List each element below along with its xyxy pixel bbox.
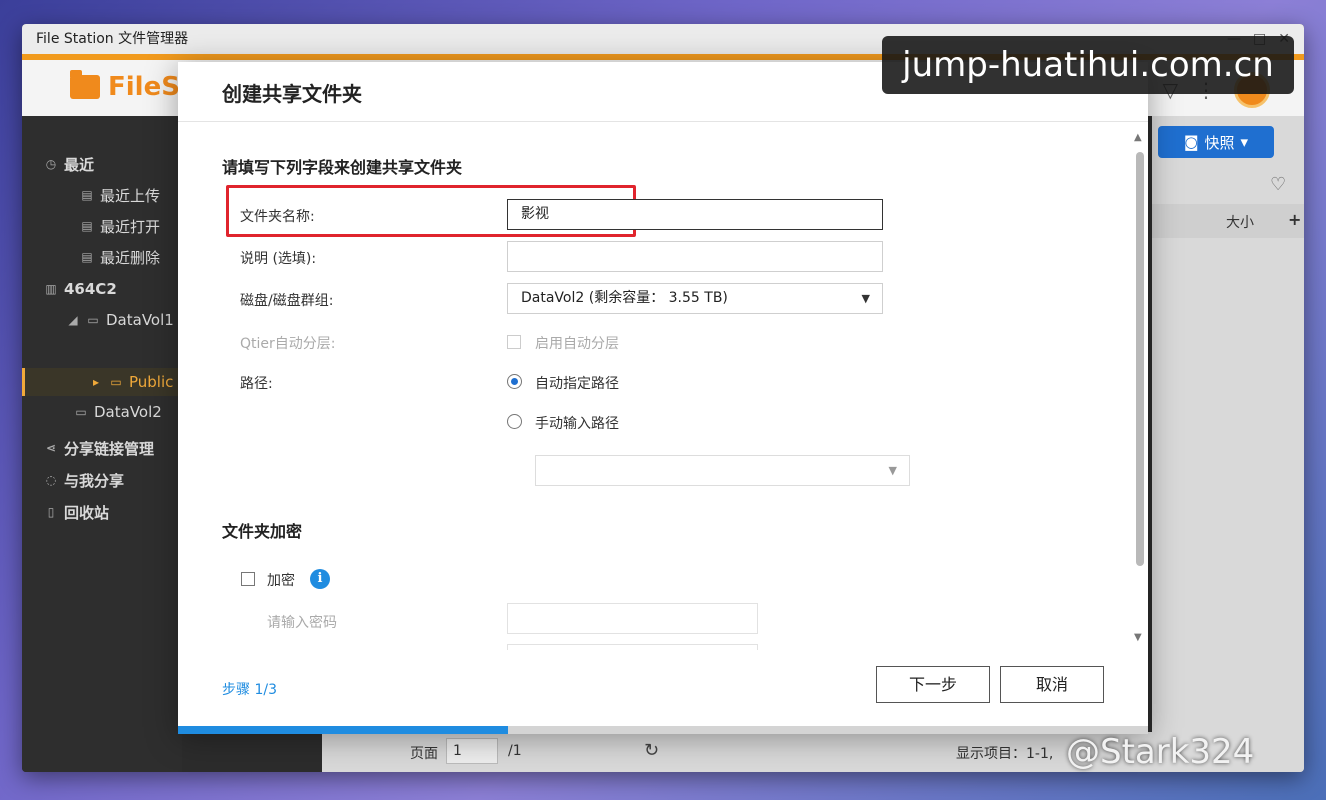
sidebar-item-label: DataVol1 bbox=[106, 311, 174, 329]
folder-name-field[interactable]: 影视 bbox=[507, 199, 883, 230]
app-logo-text: FileS bbox=[108, 72, 180, 102]
add-column-icon[interactable]: + bbox=[1288, 210, 1301, 229]
list-icon: ▤ bbox=[81, 219, 93, 233]
window-title: File Station 文件管理器 bbox=[36, 31, 189, 47]
encrypt-checkbox[interactable] bbox=[241, 572, 255, 586]
sidebar-item-public[interactable]: ▸ ▭ Public bbox=[22, 368, 182, 396]
sidebar-item-label: 最近上传 bbox=[100, 186, 161, 205]
expand-icon: ◢ bbox=[68, 313, 78, 327]
clock-icon: ◷ bbox=[45, 157, 57, 171]
sidebar-item-recent-open[interactable]: ▤ 最近打开 bbox=[80, 212, 160, 240]
encrypt-label: 加密 bbox=[267, 573, 295, 589]
path-auto-radio[interactable] bbox=[507, 374, 522, 389]
path-manual-radio[interactable] bbox=[507, 414, 522, 429]
scroll-up-icon[interactable]: ▲ bbox=[1134, 132, 1142, 143]
sidebar-item-label: 最近删除 bbox=[100, 248, 161, 267]
heart-icon[interactable]: ♡ bbox=[1270, 174, 1286, 195]
description-field[interactable] bbox=[507, 241, 883, 272]
camera-icon: ◙ bbox=[1183, 133, 1199, 151]
sidebar: ◷ 最近 ▤ 最近上传 ▤ 最近打开 ▤ 最近删除 ▥ 464C2 ◢ ▭ Da… bbox=[22, 116, 182, 772]
cancel-button[interactable]: 取消 bbox=[1000, 666, 1104, 703]
list-icon: ▤ bbox=[81, 250, 93, 264]
path-manual-label: 手动输入路径 bbox=[535, 416, 619, 432]
drive-icon: ▭ bbox=[87, 313, 99, 327]
app-logo: FileS bbox=[70, 70, 180, 102]
path-auto-label: 自动指定路径 bbox=[535, 376, 619, 392]
disk-select[interactable]: DataVol2 (剩余容量： 3.55 TB) ▼ bbox=[507, 283, 883, 314]
qtier-option-label: 启用自动分层 bbox=[535, 336, 619, 352]
section-title-encrypt: 文件夹加密 bbox=[222, 522, 303, 541]
dropdown-arrow-icon: ▼ bbox=[888, 464, 897, 477]
sidebar-item-datavol1[interactable]: ◢ ▭ DataVol1 bbox=[66, 306, 174, 334]
watermark-top: jump-huatihui.com.cn bbox=[882, 36, 1294, 94]
scroll-thumb[interactable] bbox=[1136, 152, 1144, 566]
password-label: 请输入密码 bbox=[267, 615, 337, 631]
path-select[interactable]: ▼ bbox=[535, 455, 910, 486]
sidebar-item-label: 最近打开 bbox=[100, 217, 161, 236]
caret-right-icon: ▸ bbox=[92, 375, 100, 389]
dropdown-arrow-icon: ▼ bbox=[861, 292, 870, 305]
display-items: 显示项目：1-1, bbox=[956, 746, 1054, 762]
disk-label: 磁盘/磁盘群组: bbox=[240, 293, 334, 309]
description-label: 说明 (选填): bbox=[240, 251, 317, 267]
shared-icon: ◌ bbox=[45, 473, 57, 487]
sidebar-item-label: 分享链接管理 bbox=[64, 439, 155, 458]
sidebar-item-recycle[interactable]: ▯ 回收站 bbox=[44, 498, 109, 526]
next-button[interactable]: 下一步 bbox=[876, 666, 990, 703]
folder-name-label: 文件夹名称: bbox=[240, 209, 315, 225]
password-field[interactable] bbox=[507, 603, 758, 634]
column-header: 大小 + bbox=[1152, 204, 1304, 238]
trash-icon: ▯ bbox=[47, 505, 55, 519]
chevron-down-icon: ▾ bbox=[1240, 133, 1249, 151]
server-icon: ▥ bbox=[45, 282, 57, 296]
folder-logo-icon bbox=[70, 70, 100, 99]
drive-icon: ▭ bbox=[75, 405, 87, 419]
qtier-checkbox[interactable] bbox=[507, 335, 521, 349]
snapshot-label: 快照 bbox=[1204, 133, 1235, 152]
disk-select-value: DataVol2 (剩余容量： 3.55 TB) bbox=[521, 290, 728, 306]
sidebar-item-label: 与我分享 bbox=[64, 471, 125, 490]
sidebar-item-recent-delete[interactable]: ▤ 最近删除 bbox=[80, 243, 160, 271]
folder-icon: ▭ bbox=[110, 375, 122, 389]
share-icon: ⋖ bbox=[45, 441, 57, 455]
sidebar-item-shared-with-me[interactable]: ◌ 与我分享 bbox=[44, 466, 124, 494]
dialog-title: 创建共享文件夹 bbox=[222, 82, 362, 106]
sidebar-item-recent[interactable]: ◷ 最近 bbox=[44, 150, 94, 178]
step-progress bbox=[178, 726, 1148, 734]
watermark-bottom: @Stark324 bbox=[1066, 732, 1255, 772]
sidebar-item-datavol2[interactable]: ▭ DataVol2 bbox=[74, 398, 162, 426]
password-confirm-field[interactable] bbox=[507, 644, 758, 650]
sidebar-item-recent-upload[interactable]: ▤ 最近上传 bbox=[80, 181, 160, 209]
section-title-fields: 请填写下列字段来创建共享文件夹 bbox=[222, 158, 463, 177]
sidebar-item-label: 回收站 bbox=[64, 503, 110, 522]
step-progress-fill bbox=[178, 726, 508, 734]
page-label: 页面 bbox=[410, 746, 438, 762]
sidebar-item-label: 464C2 bbox=[64, 280, 117, 298]
refresh-icon[interactable]: ↻ bbox=[644, 740, 659, 761]
column-size[interactable]: 大小 bbox=[1226, 212, 1254, 232]
sidebar-item-label: Public bbox=[129, 373, 174, 391]
list-icon: ▤ bbox=[81, 188, 93, 202]
info-icon[interactable]: i bbox=[310, 569, 330, 589]
dialog-scrollbar[interactable]: ▲ ▼ bbox=[1134, 132, 1146, 652]
file-list-pane: ◙ 快照 ▾ ♡ 大小 + bbox=[1152, 116, 1304, 772]
sidebar-item-nas[interactable]: ▥ 464C2 bbox=[44, 275, 117, 303]
path-label: 路径: bbox=[240, 376, 273, 392]
qtier-label: Qtier自动分层: bbox=[240, 336, 336, 352]
snapshot-button[interactable]: ◙ 快照 ▾ bbox=[1158, 126, 1274, 158]
sidebar-item-label: 最近 bbox=[64, 155, 95, 174]
page-input[interactable]: 1 bbox=[446, 738, 498, 764]
sidebar-item-share-link[interactable]: ⋖ 分享链接管理 bbox=[44, 434, 154, 462]
page-total: /1 bbox=[508, 743, 522, 759]
scroll-down-icon[interactable]: ▼ bbox=[1134, 632, 1142, 643]
sidebar-item-label: DataVol2 bbox=[94, 403, 162, 421]
create-share-folder-dialog: 创建共享文件夹 请填写下列字段来创建共享文件夹 文件夹名称: 影视 说明 (选填… bbox=[178, 62, 1148, 734]
step-indicator: 步骤 1/3 bbox=[222, 682, 277, 698]
